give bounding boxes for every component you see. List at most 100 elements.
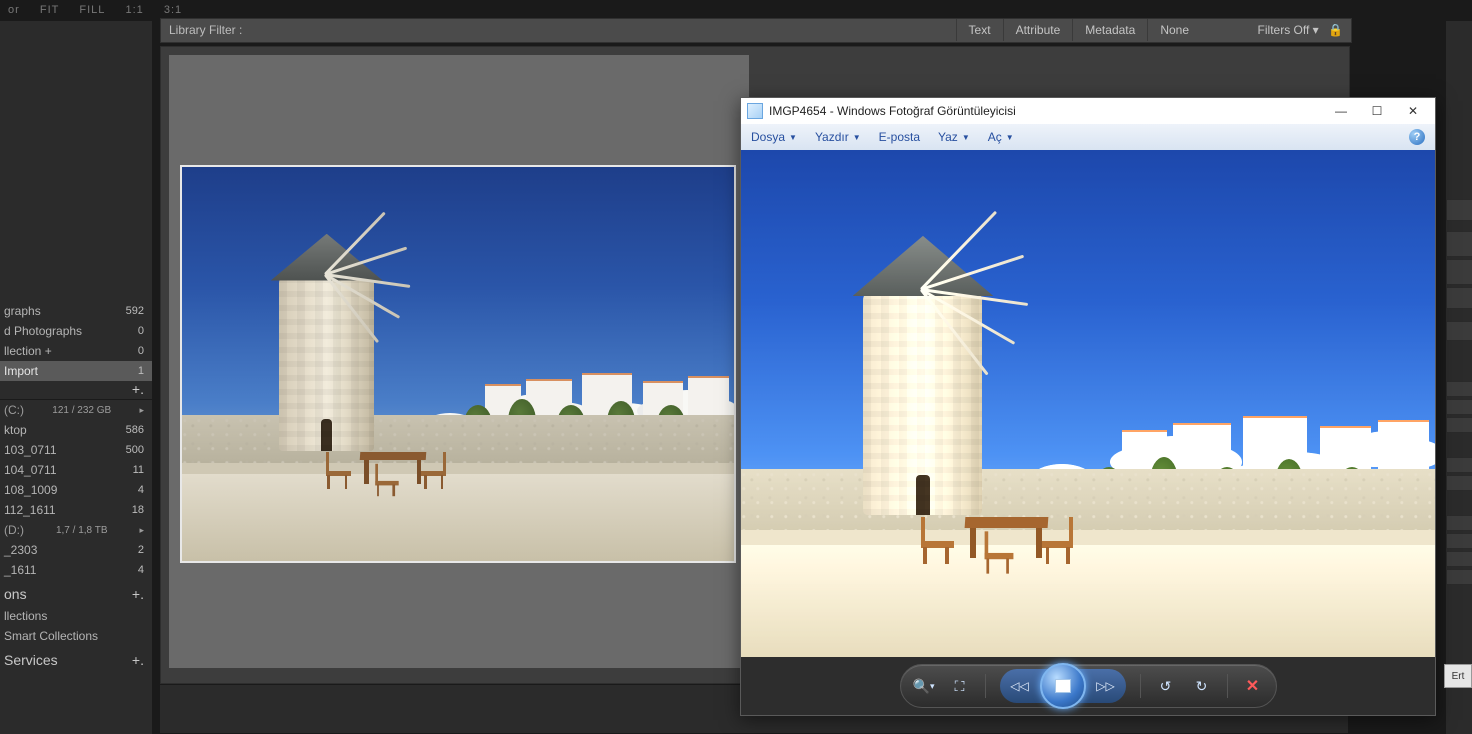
row-label: Smart Collections: [4, 629, 98, 643]
add-icon[interactable]: +.: [132, 652, 144, 668]
menu-email[interactable]: E-posta: [879, 130, 920, 144]
row-label: 104_0711: [4, 463, 57, 477]
panel-stub[interactable]: [1446, 533, 1472, 549]
panel-stub[interactable]: [1446, 231, 1472, 257]
zoom-icon[interactable]: 🔍▾: [913, 675, 935, 697]
catalog-add-button[interactable]: +.: [0, 381, 152, 400]
zoom-fill[interactable]: FILL: [71, 0, 113, 20]
maximize-button[interactable]: ☐: [1359, 101, 1395, 121]
panel-stub[interactable]: [1446, 417, 1472, 433]
library-filter-label: Library Filter :: [169, 23, 242, 37]
photo-viewer-window: IMGP4654 - Windows Fotoğraf Görüntüleyic…: [740, 97, 1436, 716]
row-label: graphs: [4, 304, 41, 318]
image-viewport[interactable]: [741, 150, 1435, 657]
panel-stub[interactable]: [1446, 475, 1472, 491]
folder-item[interactable]: _1611 4: [0, 560, 152, 580]
row-label: _1611: [4, 563, 36, 577]
nav-cluster: ◁◁ ▷▷: [1000, 669, 1126, 703]
folder-item[interactable]: _2303 2: [0, 540, 152, 560]
row-count: 500: [126, 444, 144, 456]
row-count: 4: [138, 484, 144, 496]
help-icon[interactable]: ?: [1409, 129, 1425, 145]
row-count: 0: [138, 345, 144, 357]
row-count: 11: [133, 464, 144, 476]
row-label: llections: [4, 609, 47, 623]
filter-tab-none[interactable]: None: [1147, 19, 1201, 41]
prev-button[interactable]: ◁◁: [1002, 672, 1038, 700]
panel-stub[interactable]: [1446, 381, 1472, 397]
viewer-controls: 🔍▾ ⛶ ◁◁ ▷▷ ↺ ↻ ✕: [741, 657, 1435, 715]
folder-item[interactable]: (C:)121 / 232 GB ▸: [0, 400, 152, 420]
left-panel: graphs592d Photographs0llection +0Import…: [0, 21, 153, 734]
row-label: _2303: [4, 543, 37, 557]
grid-thumbnail[interactable]: [180, 165, 736, 563]
chevron-down-icon: ▾: [1313, 23, 1319, 37]
row-label: (D:): [4, 523, 24, 537]
panel-stub[interactable]: [1446, 287, 1472, 309]
row-label: 112_1611: [4, 503, 56, 517]
menu-burn[interactable]: Yaz▼: [938, 130, 970, 144]
panel-stub[interactable]: [1446, 515, 1472, 531]
row-label: Import: [4, 364, 38, 378]
folder-item[interactable]: (D:)1,7 / 1,8 TB ▸: [0, 520, 152, 540]
zoom-3-1[interactable]: 3:1: [156, 0, 190, 20]
fit-icon[interactable]: ⛶: [949, 675, 971, 697]
filter-tabs: Text Attribute Metadata None: [956, 19, 1201, 41]
catalog-item[interactable]: llection +0: [0, 341, 152, 361]
panel-stub[interactable]: [1446, 569, 1472, 585]
collections-header[interactable]: ons+.: [0, 580, 152, 606]
delete-icon[interactable]: ✕: [1242, 675, 1264, 697]
slideshow-button[interactable]: [1040, 663, 1086, 709]
row-count: 586: [126, 424, 144, 436]
catalog-item[interactable]: graphs 592: [0, 301, 152, 321]
next-button[interactable]: ▷▷: [1088, 672, 1124, 700]
filter-tab-text[interactable]: Text: [956, 19, 1003, 41]
rotate-right-icon[interactable]: ↻: [1191, 675, 1213, 697]
collection-item[interactable]: llections: [0, 606, 152, 626]
minimize-button[interactable]: —: [1323, 101, 1359, 121]
folder-item[interactable]: 112_1611 18: [0, 500, 152, 520]
right-panel: [1445, 21, 1472, 734]
menu-file[interactable]: Dosya▼: [751, 130, 797, 144]
folder-item[interactable]: 103_0711 500: [0, 440, 152, 460]
menu-open[interactable]: Aç▼: [988, 130, 1014, 144]
filter-tab-attribute[interactable]: Attribute: [1003, 19, 1073, 41]
filter-tab-metadata[interactable]: Metadata: [1072, 19, 1147, 41]
row-count: 592: [126, 305, 144, 317]
catalog-item[interactable]: d Photographs0: [0, 321, 152, 341]
lock-icon[interactable]: 🔒: [1328, 23, 1343, 37]
zoom-fit[interactable]: FIT: [32, 0, 68, 20]
panel-stub[interactable]: [1446, 321, 1472, 341]
row-label: 108_1009: [4, 483, 57, 497]
row-label: ktop: [4, 423, 27, 437]
view-mode[interactable]: or: [0, 0, 28, 20]
panel-stub[interactable]: [1446, 199, 1472, 221]
panel-stub[interactable]: [1446, 399, 1472, 415]
row-label: 103_0711: [4, 443, 57, 457]
ert-tab[interactable]: Ert: [1444, 664, 1472, 688]
panel-stub[interactable]: [1446, 457, 1472, 473]
folder-item[interactable]: ktop 586: [0, 420, 152, 440]
window-titlebar[interactable]: IMGP4654 - Windows Fotoğraf Görüntüleyic…: [741, 98, 1435, 124]
panel-stub[interactable]: [1446, 259, 1472, 285]
row-count: 1,7 / 1,8 TB: [56, 525, 108, 536]
zoom-1-1[interactable]: 1:1: [117, 0, 151, 20]
folder-item[interactable]: 104_0711 11: [0, 460, 152, 480]
add-icon[interactable]: +.: [132, 586, 144, 602]
menu-print[interactable]: Yazdır▼: [815, 130, 861, 144]
panel-stub[interactable]: [1446, 551, 1472, 567]
row-count: 2: [138, 544, 144, 556]
row-count: 1: [138, 365, 144, 377]
collection-item[interactable]: Smart Collections: [0, 626, 152, 646]
menu-bar: Dosya▼ Yazdır▼ E-posta Yaz▼ Aç▼ ?: [741, 124, 1435, 151]
catalog-item[interactable]: Import 1: [0, 361, 152, 381]
row-label: d Photographs: [4, 324, 82, 338]
publish-services-header[interactable]: Services+.: [0, 646, 152, 672]
close-button[interactable]: ✕: [1395, 101, 1431, 121]
rotate-left-icon[interactable]: ↺: [1155, 675, 1177, 697]
row-count: 121 / 232 GB: [52, 405, 111, 416]
folder-item[interactable]: 108_1009 4: [0, 480, 152, 500]
row-count: 4: [138, 564, 144, 576]
row-count: 18: [132, 504, 144, 516]
filters-off-toggle[interactable]: Filters Off ▾ 🔒: [1258, 23, 1343, 37]
